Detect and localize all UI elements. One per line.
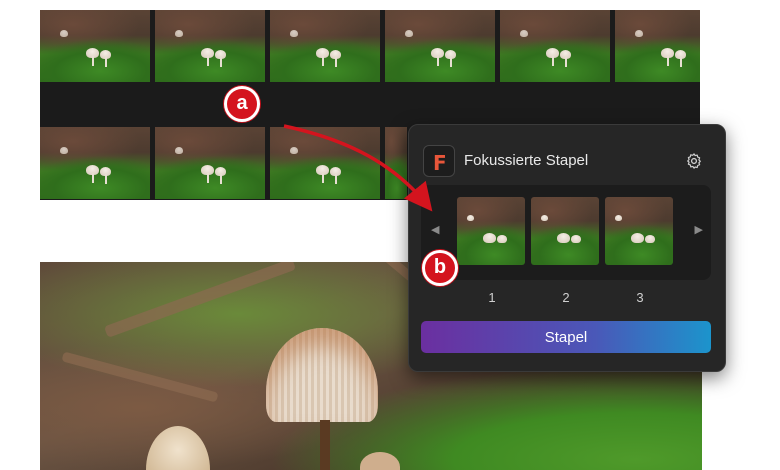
triangle-right-icon[interactable]: ▶ <box>695 223 703 236</box>
mushroom-cap <box>360 452 400 470</box>
thumbnail-image[interactable] <box>500 10 610 82</box>
thumbnail-image[interactable] <box>155 10 265 82</box>
app-logo-icon: F <box>423 145 455 177</box>
thumbnail-image[interactable] <box>615 10 700 82</box>
frame-thumbnail[interactable] <box>457 197 525 265</box>
panel-header: F Fokussierte Stapel <box>423 145 711 177</box>
mushroom-cap <box>146 426 210 470</box>
mushroom-cap <box>266 328 378 422</box>
thumbnail-image[interactable] <box>270 10 380 82</box>
callout-badge-b: b <box>422 250 458 286</box>
thumbnail-image[interactable] <box>40 10 150 82</box>
focus-stack-panel: F Fokussierte Stapel ◀ ▶ 1 2 3 Stapel <box>408 124 726 372</box>
mushroom-stem <box>320 420 330 470</box>
frame-number-label: 1 <box>488 290 496 305</box>
frame-number-label: 2 <box>562 290 570 305</box>
thumbnail-image[interactable] <box>155 127 265 199</box>
thumbnail-image[interactable] <box>385 10 495 82</box>
frame-thumbnail[interactable] <box>531 197 599 265</box>
frame-strip: ◀ ▶ <box>421 185 711 280</box>
thumbnail-image[interactable] <box>40 127 150 199</box>
frame-thumbnail[interactable] <box>605 197 673 265</box>
stack-button[interactable]: Stapel <box>421 321 711 353</box>
gear-icon[interactable] <box>685 152 703 170</box>
panel-title: Fokussierte Stapel <box>464 152 589 169</box>
callout-badge-a: a <box>224 86 260 122</box>
thumbnail-image[interactable] <box>270 127 380 199</box>
thumbnail-image[interactable] <box>385 127 407 199</box>
triangle-left-icon[interactable]: ◀ <box>431 223 439 236</box>
frame-number-label: 3 <box>636 290 644 305</box>
